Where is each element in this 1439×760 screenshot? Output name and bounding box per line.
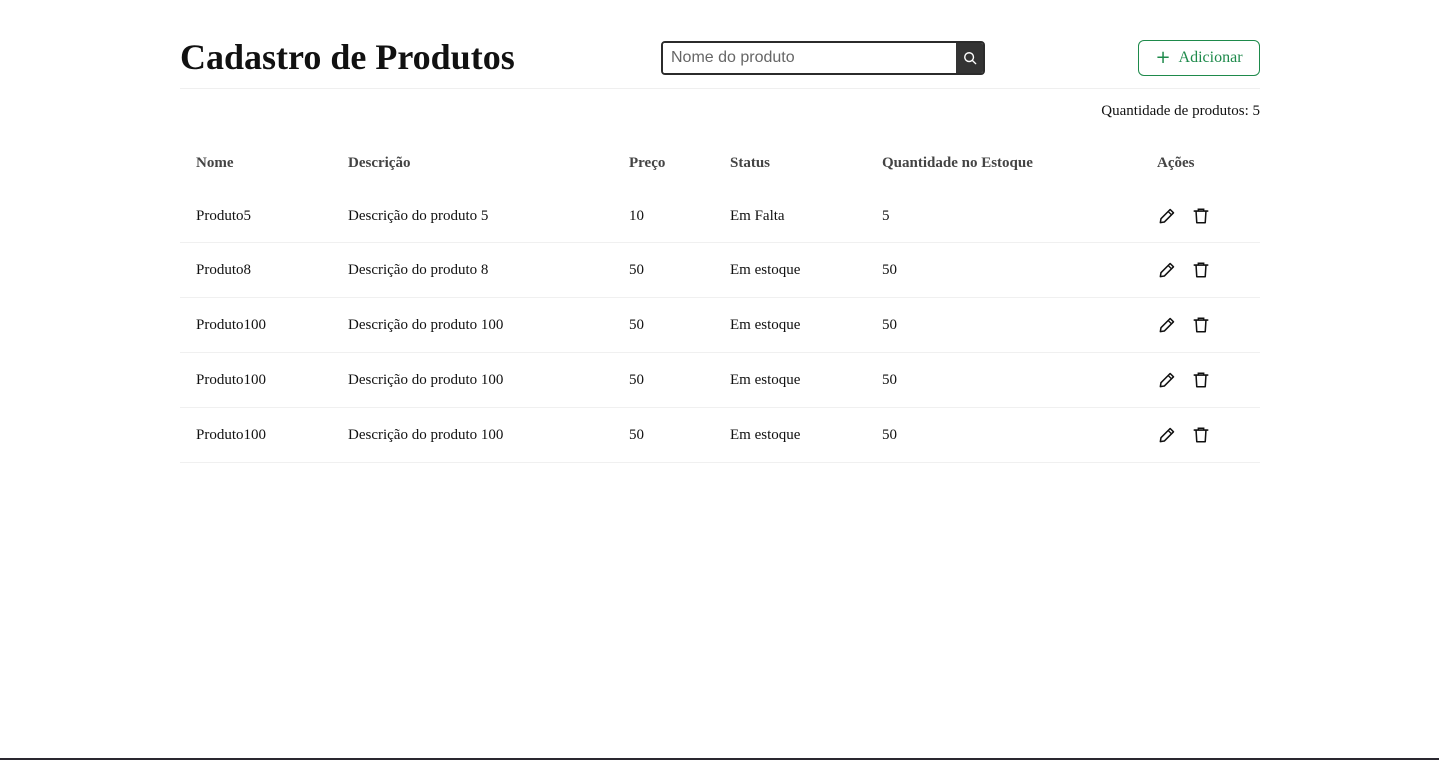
- cell-acoes: [1141, 297, 1260, 353]
- cell-acoes: [1141, 190, 1260, 243]
- edit-button[interactable]: [1157, 370, 1177, 390]
- cell-descricao: Descrição do produto 5: [332, 190, 613, 243]
- delete-button[interactable]: [1191, 425, 1211, 445]
- table-row: Produto8 Descrição do produto 8 50 Em es…: [180, 242, 1260, 298]
- cell-descricao: Descrição do produto 8: [332, 242, 613, 298]
- page-header: Cadastro de Produtos + Adicionar: [180, 0, 1260, 89]
- add-product-label: Adicionar: [1178, 49, 1243, 66]
- table-row: Produto5 Descrição do produto 5 10 Em Fa…: [180, 190, 1260, 243]
- delete-button[interactable]: [1191, 260, 1211, 280]
- search-input[interactable]: [663, 43, 956, 73]
- row-actions: [1157, 425, 1260, 445]
- row-actions: [1157, 370, 1260, 390]
- edit-button[interactable]: [1157, 206, 1177, 226]
- main-container: Cadastro de Produtos + Adicionar Quantid…: [180, 0, 1260, 463]
- delete-button[interactable]: [1191, 370, 1211, 390]
- cell-preco: 50: [613, 242, 714, 298]
- pencil-icon: [1159, 372, 1175, 388]
- cell-quantidade: 50: [866, 407, 1141, 463]
- add-product-button[interactable]: + Adicionar: [1138, 40, 1260, 76]
- cell-preco: 50: [613, 297, 714, 353]
- cell-descricao: Descrição do produto 100: [332, 297, 613, 353]
- column-header-acoes: Ações: [1157, 154, 1195, 171]
- cell-quantidade: 5: [866, 190, 1141, 243]
- cell-acoes: [1141, 242, 1260, 298]
- trash-icon: [1193, 317, 1209, 333]
- pencil-icon: [1159, 317, 1175, 333]
- column-header-descricao: Descrição: [348, 154, 411, 171]
- pencil-icon: [1159, 427, 1175, 443]
- trash-icon: [1193, 427, 1209, 443]
- table-header-row: Nome Descrição Preço Status Quantidade n…: [180, 136, 1260, 190]
- table-row: Produto100 Descrição do produto 100 50 E…: [180, 407, 1260, 463]
- row-actions: [1157, 206, 1260, 226]
- cell-preco: 50: [613, 352, 714, 408]
- cell-descricao: Descrição do produto 100: [332, 352, 613, 408]
- column-header-preco: Preço: [629, 154, 666, 171]
- cell-acoes: [1141, 352, 1260, 408]
- delete-button[interactable]: [1191, 315, 1211, 335]
- edit-button[interactable]: [1157, 425, 1177, 445]
- trash-icon: [1193, 372, 1209, 388]
- row-actions: [1157, 260, 1260, 280]
- cell-preco: 10: [613, 190, 714, 243]
- plus-icon: +: [1155, 47, 1171, 68]
- edit-button[interactable]: [1157, 315, 1177, 335]
- trash-icon: [1193, 262, 1209, 278]
- search-button[interactable]: [956, 43, 983, 73]
- product-count: Quantidade de produtos: 5: [1101, 103, 1260, 119]
- products-table: Nome Descrição Preço Status Quantidade n…: [180, 136, 1260, 463]
- cell-status: Em estoque: [714, 407, 866, 463]
- cell-status: Em estoque: [714, 297, 866, 353]
- cell-status: Em estoque: [714, 242, 866, 298]
- delete-button[interactable]: [1191, 206, 1211, 226]
- cell-nome: Produto5: [180, 190, 332, 243]
- cell-descricao: Descrição do produto 100: [332, 407, 613, 463]
- pencil-icon: [1159, 262, 1175, 278]
- cell-nome: Produto100: [180, 352, 332, 408]
- search-icon: [963, 52, 976, 65]
- column-header-nome: Nome: [196, 154, 234, 171]
- cell-nome: Produto8: [180, 242, 332, 298]
- cell-quantidade: 50: [866, 352, 1141, 408]
- edit-button[interactable]: [1157, 260, 1177, 280]
- cell-quantidade: 50: [866, 297, 1141, 353]
- table-body: Produto5 Descrição do produto 5 10 Em Fa…: [180, 190, 1260, 463]
- cell-status: Em estoque: [714, 352, 866, 408]
- page: Cadastro de Produtos + Adicionar Quantid…: [0, 0, 1439, 760]
- trash-icon: [1193, 208, 1209, 224]
- search-bar: [661, 41, 985, 75]
- table-row: Produto100 Descrição do produto 100 50 E…: [180, 352, 1260, 408]
- page-title: Cadastro de Produtos: [180, 37, 515, 77]
- cell-quantidade: 50: [866, 242, 1141, 298]
- pencil-icon: [1159, 208, 1175, 224]
- cell-acoes: [1141, 407, 1260, 463]
- cell-nome: Produto100: [180, 297, 332, 353]
- column-header-quantidade: Quantidade no Estoque: [882, 154, 1033, 171]
- table-row: Produto100 Descrição do produto 100 50 E…: [180, 297, 1260, 353]
- cell-status: Em Falta: [714, 190, 866, 243]
- column-header-status: Status: [730, 154, 771, 171]
- row-actions: [1157, 315, 1260, 335]
- cell-nome: Produto100: [180, 407, 332, 463]
- cell-preco: 50: [613, 407, 714, 463]
